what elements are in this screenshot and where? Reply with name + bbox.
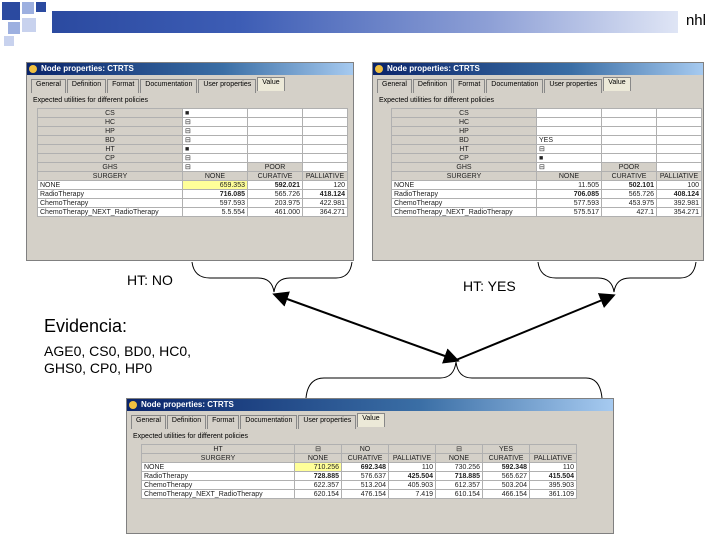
tab-user-properties[interactable]: User properties [298, 415, 357, 429]
table-row[interactable]: ChemoTherapy_NEXT_RadioTherapy 620.154 476… [141, 489, 577, 499]
arrow-left [272, 291, 460, 364]
table-row[interactable]: ChemoTherapy 622.357 513.204 405.903 612.357… [141, 480, 577, 490]
tab-format[interactable]: Format [207, 415, 240, 429]
tab-definition[interactable]: Definition [166, 415, 207, 429]
tab-documentation[interactable]: Documentation [240, 415, 298, 429]
tab-strip: General Definition Format Documentation … [127, 411, 613, 429]
utilities-table: HT ⊟ NO ⊟ YES SURGERY NONE CURATIVE PALLIATIVE N… [141, 444, 577, 499]
node-properties-window-combined: Node properties: CTRTS General Definitio… [126, 398, 614, 534]
tab-general[interactable]: General [131, 415, 166, 429]
table-row[interactable]: NONE 710.256 692.348 110 730.256 592.348 110 [141, 462, 577, 472]
window-title: Node properties: CTRTS [141, 400, 234, 409]
policies-caption: Expected utilities for different policie… [133, 433, 249, 440]
brace-left [191, 261, 353, 293]
window-titlebar: Node properties: CTRTS [127, 399, 613, 411]
app-icon [129, 401, 137, 409]
tab-value[interactable]: Value [357, 413, 385, 427]
brace-bottom [305, 361, 603, 399]
brace-right [537, 261, 697, 293]
arrow-right [455, 293, 616, 361]
table-row[interactable]: RadioTherapy 728.885 576.637 425.504 718.885… [141, 471, 577, 481]
